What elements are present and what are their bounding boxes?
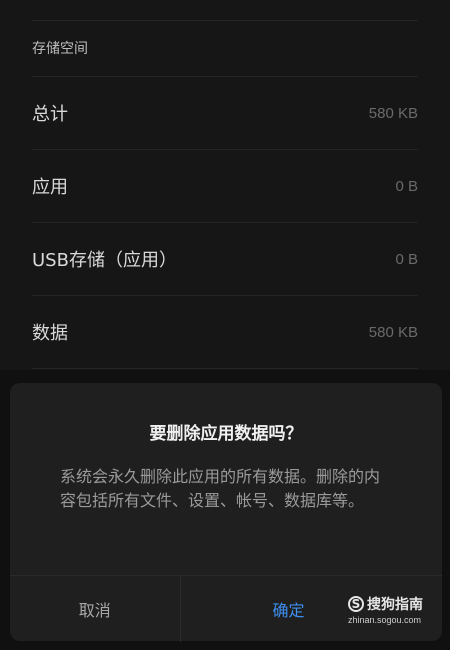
- divider: [32, 20, 418, 21]
- sogou-logo-icon: S: [348, 596, 364, 612]
- row-label: 应用: [32, 177, 68, 198]
- row-value: 580 KB: [368, 323, 418, 341]
- storage-row-total: 总计 580 KB: [32, 77, 418, 149]
- dialog-title: 要删除应用数据吗？: [149, 424, 303, 444]
- watermark-url: zhinan.sogou.com: [348, 615, 422, 625]
- row-value: 0 B: [395, 177, 418, 195]
- storage-section-header: 存储空间: [32, 41, 88, 57]
- storage-row-app: 应用 0 B: [32, 150, 418, 222]
- cancel-button[interactable]: 取消: [10, 576, 180, 642]
- app-info-screen: 存储空间 总计 580 KB 应用 0 B USB存储（应用） 0 B 数据 5…: [0, 0, 450, 650]
- storage-row-usb: USB存储（应用） 0 B: [32, 223, 418, 295]
- sogou-watermark: S 搜狗指南 zhinan.sogou.com: [348, 594, 444, 628]
- divider: [32, 368, 418, 369]
- watermark-brand: 搜狗指南: [367, 597, 423, 613]
- dialog-message: 系统会永久删除此应用的所有数据。删除的内容包括所有文件、设置、帐号、数据库等。: [60, 467, 381, 510]
- row-label: 数据: [32, 323, 68, 344]
- storage-row-data: 数据 580 KB: [32, 296, 418, 368]
- row-value: 0 B: [395, 250, 418, 268]
- row-label: 总计: [32, 104, 68, 125]
- row-value: 580 KB: [368, 104, 418, 122]
- row-label: USB存储（应用）: [32, 250, 177, 271]
